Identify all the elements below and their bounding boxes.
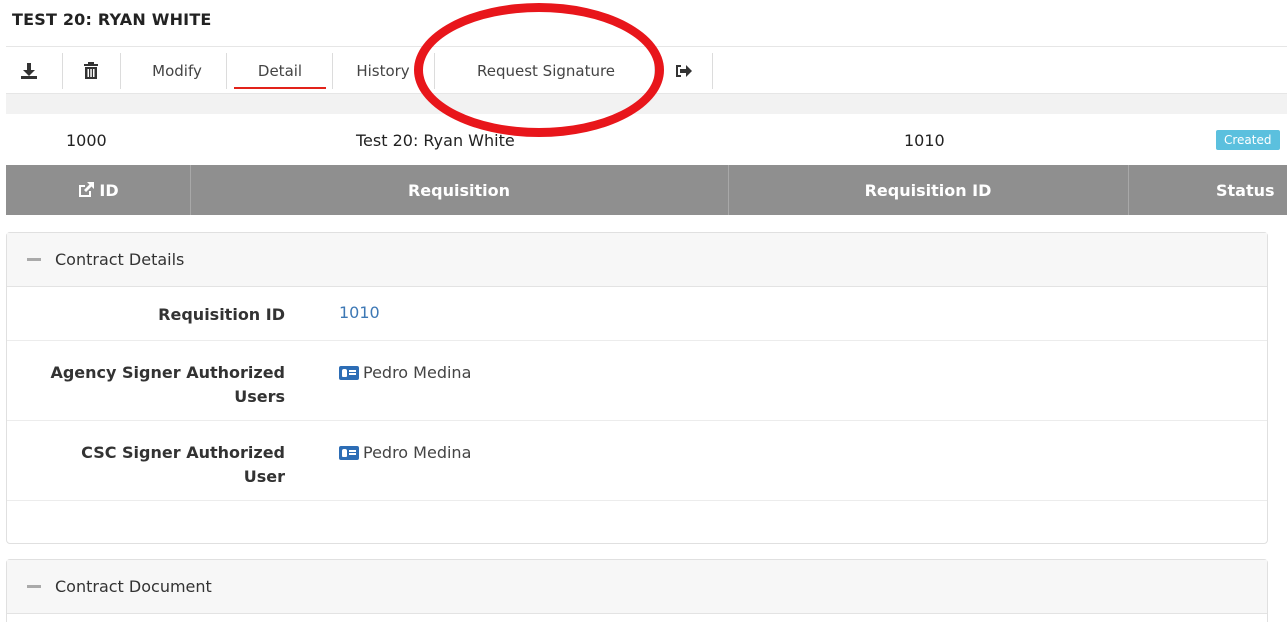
row-id: 1000 bbox=[66, 131, 107, 150]
modify-button[interactable]: Modify bbox=[134, 47, 220, 95]
collapse-icon[interactable] bbox=[27, 585, 41, 588]
agency-signer-user[interactable]: Pedro Medina bbox=[339, 363, 471, 382]
field-label: Agency Signer Authorized Users bbox=[50, 361, 285, 409]
sign-out-icon bbox=[676, 65, 692, 77]
row-requisition: Test 20: Ryan White bbox=[356, 131, 515, 150]
contract-document-title: Contract Document bbox=[55, 577, 212, 596]
exit-button[interactable] bbox=[664, 47, 704, 95]
row-requisition-id: 1010 bbox=[904, 131, 945, 150]
toolbar-subbar bbox=[6, 94, 1287, 114]
column-header-requisition[interactable]: Requisition bbox=[190, 165, 728, 215]
tab-detail[interactable]: Detail bbox=[234, 47, 326, 95]
download-button[interactable] bbox=[6, 47, 52, 95]
user-card-icon bbox=[339, 365, 359, 380]
download-icon bbox=[21, 63, 37, 79]
table-header: ID Requisition Requisition ID Status bbox=[6, 165, 1287, 215]
field-requisition-id: Requisition ID 1010 bbox=[7, 287, 1267, 341]
field-label: CSC Signer Authorized User bbox=[81, 441, 285, 489]
requisition-id-link[interactable]: 1010 bbox=[339, 303, 380, 322]
csc-signer-user[interactable]: Pedro Medina bbox=[339, 443, 471, 462]
column-header-status[interactable]: Status bbox=[1216, 165, 1287, 215]
external-link-icon bbox=[79, 182, 95, 197]
field-csc-signer: CSC Signer Authorized User Pedro Medina bbox=[7, 421, 1267, 501]
page-title: TEST 20: RYAN WHITE bbox=[12, 10, 212, 29]
contract-details-header[interactable]: Contract Details bbox=[7, 233, 1267, 287]
contract-document-header[interactable]: Contract Document bbox=[7, 560, 1267, 614]
toolbar: Modify Detail History Request Signature bbox=[6, 46, 1287, 94]
field-label-line: Users bbox=[234, 387, 285, 406]
user-name: Pedro Medina bbox=[363, 363, 472, 382]
contract-details-panel: Contract Details Requisition ID 1010 Age… bbox=[6, 232, 1268, 544]
field-agency-signer: Agency Signer Authorized Users Pedro Med… bbox=[7, 341, 1267, 421]
user-card-icon bbox=[339, 445, 359, 460]
field-label-line: User bbox=[243, 467, 285, 486]
request-signature-button[interactable]: Request Signature bbox=[446, 47, 646, 95]
user-name: Pedro Medina bbox=[363, 443, 472, 462]
contract-document-panel: Contract Document bbox=[6, 559, 1268, 622]
tab-history[interactable]: History bbox=[340, 47, 426, 95]
delete-button[interactable] bbox=[66, 47, 116, 95]
field-label-line: CSC Signer Authorized bbox=[81, 443, 285, 462]
field-label: Requisition ID bbox=[158, 305, 285, 324]
status-badge: Created bbox=[1216, 130, 1280, 150]
column-header-requisition-id[interactable]: Requisition ID bbox=[728, 165, 1128, 215]
collapse-icon[interactable] bbox=[27, 258, 41, 261]
trash-icon bbox=[84, 62, 98, 79]
column-header-id[interactable]: ID bbox=[6, 165, 190, 215]
contract-details-title: Contract Details bbox=[55, 250, 185, 269]
column-header-id-label: ID bbox=[99, 180, 119, 200]
field-label-line: Agency Signer Authorized bbox=[50, 363, 285, 382]
table-row[interactable]: 1000 Test 20: Ryan White 1010 Created bbox=[6, 118, 1287, 164]
